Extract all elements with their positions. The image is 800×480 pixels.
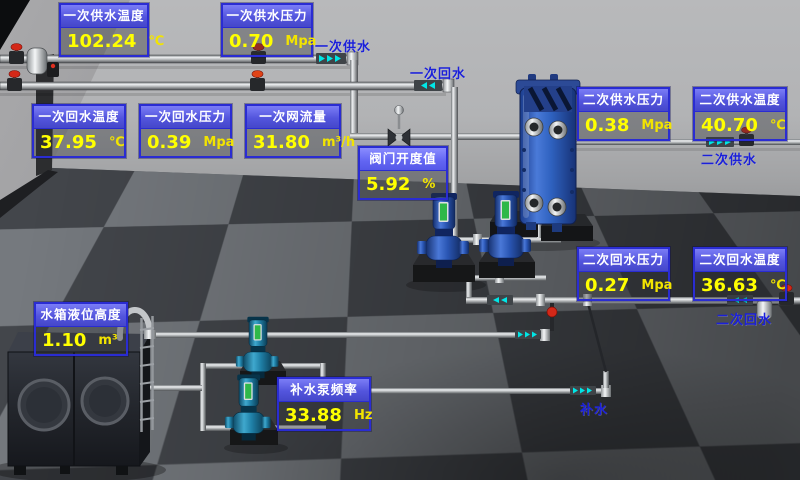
pressure-sensor-icon [47,62,59,77]
plant-equipment-layer [0,0,800,480]
panel-unit: Mpa [285,28,316,55]
panel-unit: Mpa [641,272,672,299]
control-valve-icon[interactable] [388,106,410,147]
panel-title: 二次回水温度 [695,249,785,272]
pipe-label-primary-return: 一次回水 [410,63,466,82]
panel-primary-return-temp: 一次回水温度 37.95 ℃ [32,104,126,158]
pipe-coupling [536,294,545,306]
panel-value: 0.70 [229,28,273,55]
panel-title: 补水泵频率 [279,379,369,402]
panel-primary-flow: 一次网流量 31.80 m³/h [245,104,341,158]
panel-title: 一次回水温度 [34,106,124,129]
flow-arrows-right-icon [570,386,596,395]
pipe-shadow [556,148,800,151]
makeup-injection-valve-icon[interactable] [547,307,557,317]
panel-title: 水箱液位高度 [36,304,126,327]
panel-unit: % [422,171,435,198]
panel-valve-opening: 阀门开度值 5.92 % [358,146,448,200]
pipe-makeup-riser [603,371,609,388]
strainer-icon [27,48,47,74]
flow-arrows-right-icon [515,330,541,339]
panel-value: 31.80 [253,129,310,156]
plate-heat-exchanger [516,74,580,232]
gate-valve-icon[interactable] [9,44,24,65]
panel-unit: ℃ [109,129,125,156]
pipe-pump-loop-left [200,363,206,431]
panel-value: 1.10 [42,327,86,354]
pipe-label-secondary-supply: 二次供水 [701,149,757,168]
thin-makeup-connection [588,303,606,372]
panel-title: 一次回水压力 [141,106,230,129]
panel-tank-level: 水箱液位高度 1.10 m³ [34,302,128,356]
panel-title: 一次网流量 [247,106,339,129]
panel-primary-supply-press: 一次供水压力 0.70 Mpa [221,3,313,57]
panel-unit: ℃ [148,28,164,55]
panel-unit: Mpa [641,112,672,139]
pipe-makeup-long [146,332,544,338]
pipe-primary-supply-riser [350,60,358,140]
panel-title: 二次回水压力 [579,249,668,272]
panel-value: 102.24 [67,28,136,55]
panel-value: 0.27 [585,272,629,299]
panel-title: 二次供水压力 [579,89,668,112]
gate-valve-icon[interactable] [250,71,265,92]
hmi-heat-station-screen: 一次供水温度 102.24 ℃ 一次供水压力 0.70 Mpa 一次回水温度 3… [0,0,800,480]
panel-secondary-supply-press: 二次供水压力 0.38 Mpa [577,87,670,141]
panel-value: 5.92 [366,171,410,198]
pipe-primary-supply-to-hx [350,133,545,140]
panel-value: 37.95 [40,129,97,156]
panel-unit: ℃ [770,112,786,139]
panel-unit: ℃ [770,272,786,299]
panel-primary-supply-temp: 一次供水温度 102.24 ℃ [59,3,149,57]
panel-secondary-return-press: 二次回水压力 0.27 Mpa [577,247,670,301]
panel-primary-return-press: 一次回水压力 0.39 Mpa [139,104,232,158]
panel-secondary-return-temp: 二次回水温度 36.63 ℃ [693,247,787,301]
pipe-label-secondary-return: 二次回水 [716,309,772,328]
panel-unit: m³ [98,327,117,354]
pipe-flange [540,329,550,341]
pipe-tank-outlet [146,385,202,391]
pipe-primary-return [0,82,446,90]
panel-value: 40.70 [701,112,758,139]
panel-value: 0.38 [585,112,629,139]
pipe-label-makeup-water: 补水 [580,399,608,418]
pipe-shadow [0,93,446,96]
panel-title: 一次供水温度 [61,5,147,28]
panel-unit: Hz [354,402,372,429]
panel-title: 二次供水温度 [695,89,785,112]
panel-unit: m³/h [322,129,355,156]
panel-title: 阀门开度值 [360,148,446,171]
pipe-drop [466,281,472,299]
pipe-label-primary-supply: 一次供水 [315,36,371,55]
panel-makeup-pump-freq: 补水泵频率 33.88 Hz [277,377,371,431]
panel-unit: Mpa [203,129,234,156]
panel-value: 36.63 [701,272,758,299]
panel-value: 33.88 [285,402,342,429]
flow-arrows-left-icon [487,295,513,305]
gate-valve-icon[interactable] [7,71,22,92]
panel-secondary-supply-temp: 二次供水温度 40.70 ℃ [693,87,787,141]
panel-title: 一次供水压力 [223,5,311,28]
panel-value: 0.39 [147,129,191,156]
